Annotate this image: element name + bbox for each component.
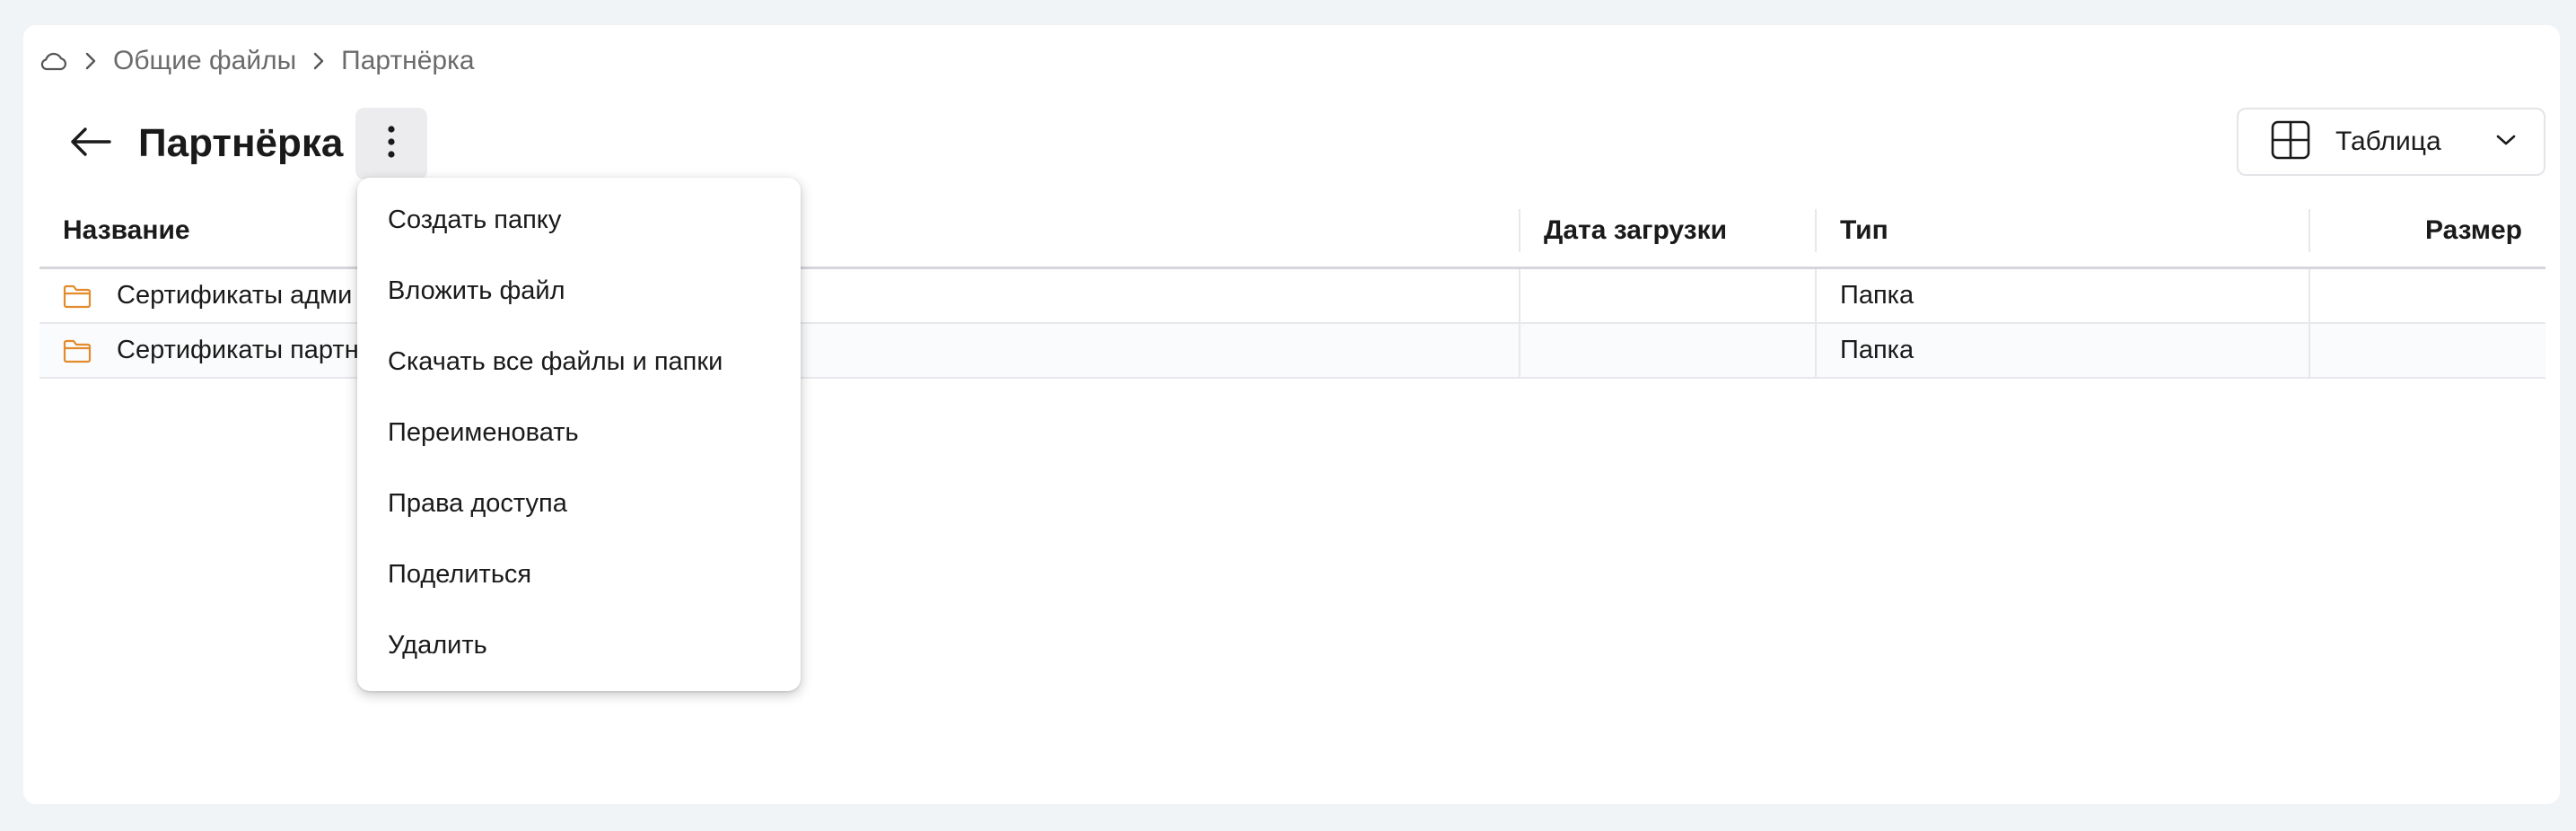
more-vertical-icon: [387, 125, 396, 163]
row-type: Папка: [1815, 324, 2309, 377]
view-mode-select[interactable]: Таблица: [2237, 108, 2545, 176]
row-date: [1519, 269, 1815, 322]
menu-item-share[interactable]: Поделиться: [357, 539, 801, 610]
breadcrumb-item-current[interactable]: Партнёрка: [341, 46, 474, 76]
chevron-down-icon: [2495, 134, 2517, 151]
row-size: [2309, 269, 2545, 322]
view-mode-label: Таблица: [2335, 127, 2441, 156]
menu-item-access-rights[interactable]: Права доступа: [357, 468, 801, 539]
arrow-left-icon: [69, 126, 112, 162]
back-button[interactable]: [68, 121, 113, 166]
menu-item-delete[interactable]: Удалить: [357, 610, 801, 681]
cloud-icon[interactable]: [39, 50, 68, 72]
menu-item-rename[interactable]: Переименовать: [357, 398, 801, 468]
column-header-type[interactable]: Тип: [1815, 208, 2309, 252]
more-actions-button[interactable]: [355, 108, 428, 179]
column-header-size[interactable]: Размер: [2309, 208, 2545, 252]
chevron-right-icon: [84, 51, 97, 71]
row-size: [2309, 324, 2545, 377]
row-name: Сертификаты адми: [117, 281, 353, 310]
breadcrumb-item-shared-files[interactable]: Общие файлы: [113, 46, 296, 76]
page-title: Партнёрка: [138, 121, 344, 165]
context-menu: Создать папку Вложить файл Скачать все ф…: [357, 178, 801, 691]
row-date: [1519, 324, 1815, 377]
folder-icon: [63, 284, 92, 308]
folder-icon: [63, 339, 92, 363]
menu-item-download-all[interactable]: Скачать все файлы и папки: [357, 327, 801, 398]
row-type: Папка: [1815, 269, 2309, 322]
menu-item-attach-file[interactable]: Вложить файл: [357, 256, 801, 327]
table-grid-icon: [2271, 120, 2310, 164]
title-row: Партнёрка: [68, 108, 428, 179]
chevron-right-icon: [312, 51, 325, 71]
menu-item-create-folder[interactable]: Создать папку: [357, 185, 801, 256]
row-name: Сертификаты партн: [117, 336, 359, 364]
column-header-date[interactable]: Дата загрузки: [1519, 208, 1815, 252]
breadcrumb: Общие файлы Партнёрка: [39, 43, 475, 79]
